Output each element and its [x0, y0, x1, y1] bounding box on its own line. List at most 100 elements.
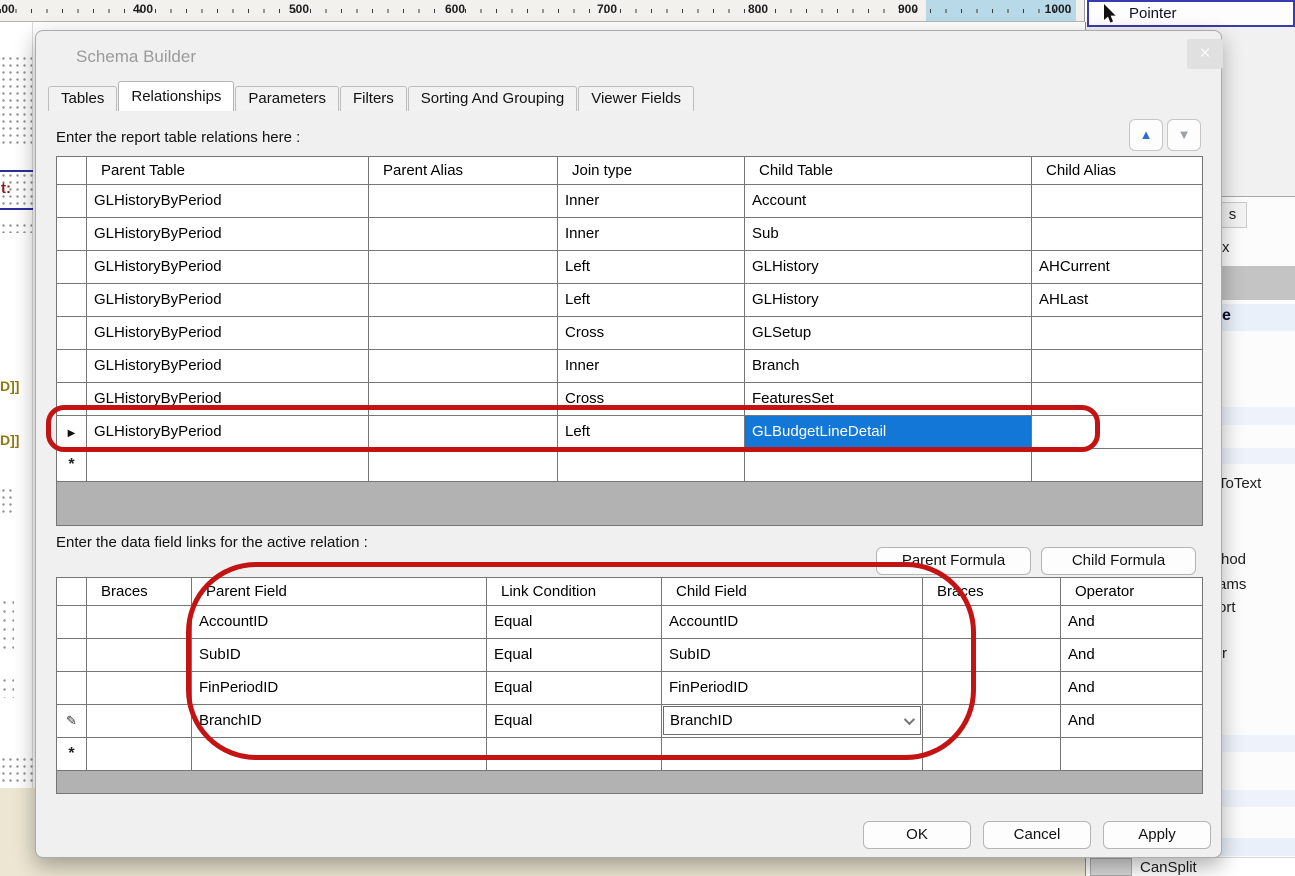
move-down-button[interactable]: ▼	[1167, 119, 1201, 151]
tab-tables[interactable]: Tables	[48, 86, 118, 111]
cell-join-type[interactable]	[558, 449, 745, 482]
cell-parent-table[interactable]: GLHistoryByPeriod	[87, 416, 369, 449]
cell-parent-alias[interactable]	[369, 251, 558, 284]
cell-child-table[interactable]	[745, 449, 1032, 482]
cell-braces-right[interactable]	[923, 606, 1061, 639]
cell-parent-table[interactable]: GLHistoryByPeriod	[87, 350, 369, 383]
row-selector-cell[interactable]: ▶	[57, 416, 87, 449]
cell-parent-alias[interactable]	[369, 350, 558, 383]
cell-parent-alias[interactable]	[369, 449, 558, 482]
row-selector-cell[interactable]	[57, 284, 87, 317]
cell-child-table[interactable]: GLSetup	[745, 317, 1032, 350]
cell-child-table[interactable]: FeaturesSet	[745, 383, 1032, 416]
cell-child-alias[interactable]	[1032, 350, 1202, 383]
cell-child-table[interactable]: GLHistory	[745, 284, 1032, 317]
cell-child-table[interactable]: GLHistory	[745, 251, 1032, 284]
cell-braces-right[interactable]	[923, 639, 1061, 672]
cell-child-alias[interactable]: AHLast	[1032, 284, 1202, 317]
cell-join-type[interactable]: Inner	[558, 350, 745, 383]
cell-operator[interactable]: And	[1061, 606, 1202, 639]
cell-child-alias[interactable]	[1032, 416, 1202, 449]
cell-child-table[interactable]: Account	[745, 185, 1032, 218]
cell-join-type[interactable]: Inner	[558, 185, 745, 218]
cell-parent-table[interactable]	[87, 449, 369, 482]
cell-braces[interactable]	[87, 672, 192, 705]
cell-link-condition[interactable]	[487, 738, 662, 771]
cell-parent-alias[interactable]	[369, 416, 558, 449]
cell-parent-table[interactable]: GLHistoryByPeriod	[87, 251, 369, 284]
cell-child-alias[interactable]	[1032, 185, 1202, 218]
row-selector-cell[interactable]	[57, 672, 87, 705]
cell-link-condition[interactable]: Equal	[487, 705, 662, 738]
cell-braces-right[interactable]	[923, 672, 1061, 705]
cell-child-alias[interactable]: AHCurrent	[1032, 251, 1202, 284]
cell-operator[interactable]: And	[1061, 705, 1202, 738]
cell-parent-alias[interactable]	[369, 185, 558, 218]
cell-parent-field[interactable]	[192, 738, 487, 771]
toolbox-pointer-item[interactable]: Pointer	[1087, 0, 1295, 27]
cell-parent-table[interactable]: GLHistoryByPeriod	[87, 218, 369, 251]
cell-parent-alias[interactable]	[369, 317, 558, 350]
child-formula-button[interactable]: Child Formula	[1041, 547, 1196, 575]
row-selector-cell[interactable]	[57, 350, 87, 383]
cell-parent-alias[interactable]	[369, 284, 558, 317]
row-selector-cell[interactable]	[57, 185, 87, 218]
tab-sorting-and-grouping[interactable]: Sorting And Grouping	[407, 86, 578, 111]
row-selector-cell[interactable]	[57, 251, 87, 284]
cell-parent-alias[interactable]	[369, 383, 558, 416]
cell-join-type[interactable]: Left	[558, 416, 745, 449]
cell-join-type[interactable]: Left	[558, 251, 745, 284]
cell-braces-right[interactable]	[923, 705, 1061, 738]
cell-parent-field[interactable]: AccountID	[192, 606, 487, 639]
cell-parent-field[interactable]: FinPeriodID	[192, 672, 487, 705]
row-selector-cell[interactable]	[57, 606, 87, 639]
cancel-button[interactable]: Cancel	[983, 821, 1091, 849]
cell-link-condition[interactable]: Equal	[487, 639, 662, 672]
cell-parent-table[interactable]: GLHistoryByPeriod	[87, 383, 369, 416]
cell-child-alias[interactable]	[1032, 449, 1202, 482]
cell-braces[interactable]	[87, 705, 192, 738]
cell-link-condition[interactable]: Equal	[487, 606, 662, 639]
cell-parent-table[interactable]: GLHistoryByPeriod	[87, 317, 369, 350]
cell-join-type[interactable]: Cross	[558, 383, 745, 416]
child-field-combobox[interactable]: BranchID	[663, 706, 921, 735]
cell-child-field[interactable]	[662, 738, 923, 771]
row-selector-cell[interactable]	[57, 383, 87, 416]
cell-child-field[interactable]: FinPeriodID	[662, 672, 923, 705]
cell-join-type[interactable]: Inner	[558, 218, 745, 251]
cell-operator[interactable]: And	[1061, 672, 1202, 705]
row-selector-cell[interactable]	[57, 639, 87, 672]
cell-parent-alias[interactable]	[369, 218, 558, 251]
cell-child-field[interactable]: AccountID	[662, 606, 923, 639]
cell-join-type[interactable]: Left	[558, 284, 745, 317]
cell-child-table-selected[interactable]: GLBudgetLineDetail	[745, 416, 1032, 449]
tab-viewer-fields[interactable]: Viewer Fields	[578, 86, 694, 111]
ok-button[interactable]: OK	[863, 821, 971, 849]
new-row-selector-cell[interactable]: *	[57, 449, 87, 482]
cell-child-field[interactable]: SubID	[662, 639, 923, 672]
tab-relationships[interactable]: Relationships	[118, 81, 235, 111]
cell-child-table[interactable]: Sub	[745, 218, 1032, 251]
cell-braces[interactable]	[87, 738, 192, 771]
cell-join-type[interactable]: Cross	[558, 317, 745, 350]
move-up-button[interactable]: ▲	[1129, 119, 1163, 151]
row-selector-cell[interactable]: ✎	[57, 705, 87, 738]
cell-parent-field[interactable]: SubID	[192, 639, 487, 672]
cell-parent-field[interactable]: BranchID	[192, 705, 487, 738]
dialog-close-button[interactable]: ×	[1187, 39, 1223, 69]
cell-braces[interactable]	[87, 639, 192, 672]
row-selector-cell[interactable]	[57, 218, 87, 251]
cell-operator[interactable]: And	[1061, 639, 1202, 672]
cell-link-condition[interactable]: Equal	[487, 672, 662, 705]
cell-braces-right[interactable]	[923, 738, 1061, 771]
tab-filters[interactable]: Filters	[339, 86, 407, 111]
cell-child-alias[interactable]	[1032, 317, 1202, 350]
apply-button[interactable]: Apply	[1103, 821, 1211, 849]
new-row-selector-cell[interactable]: *	[57, 738, 87, 771]
cell-child-table[interactable]: Branch	[745, 350, 1032, 383]
cell-parent-table[interactable]: GLHistoryByPeriod	[87, 284, 369, 317]
cell-operator[interactable]	[1061, 738, 1202, 771]
parent-formula-button[interactable]: Parent Formula	[876, 547, 1031, 575]
cell-child-alias[interactable]	[1032, 218, 1202, 251]
cell-parent-table[interactable]: GLHistoryByPeriod	[87, 185, 369, 218]
